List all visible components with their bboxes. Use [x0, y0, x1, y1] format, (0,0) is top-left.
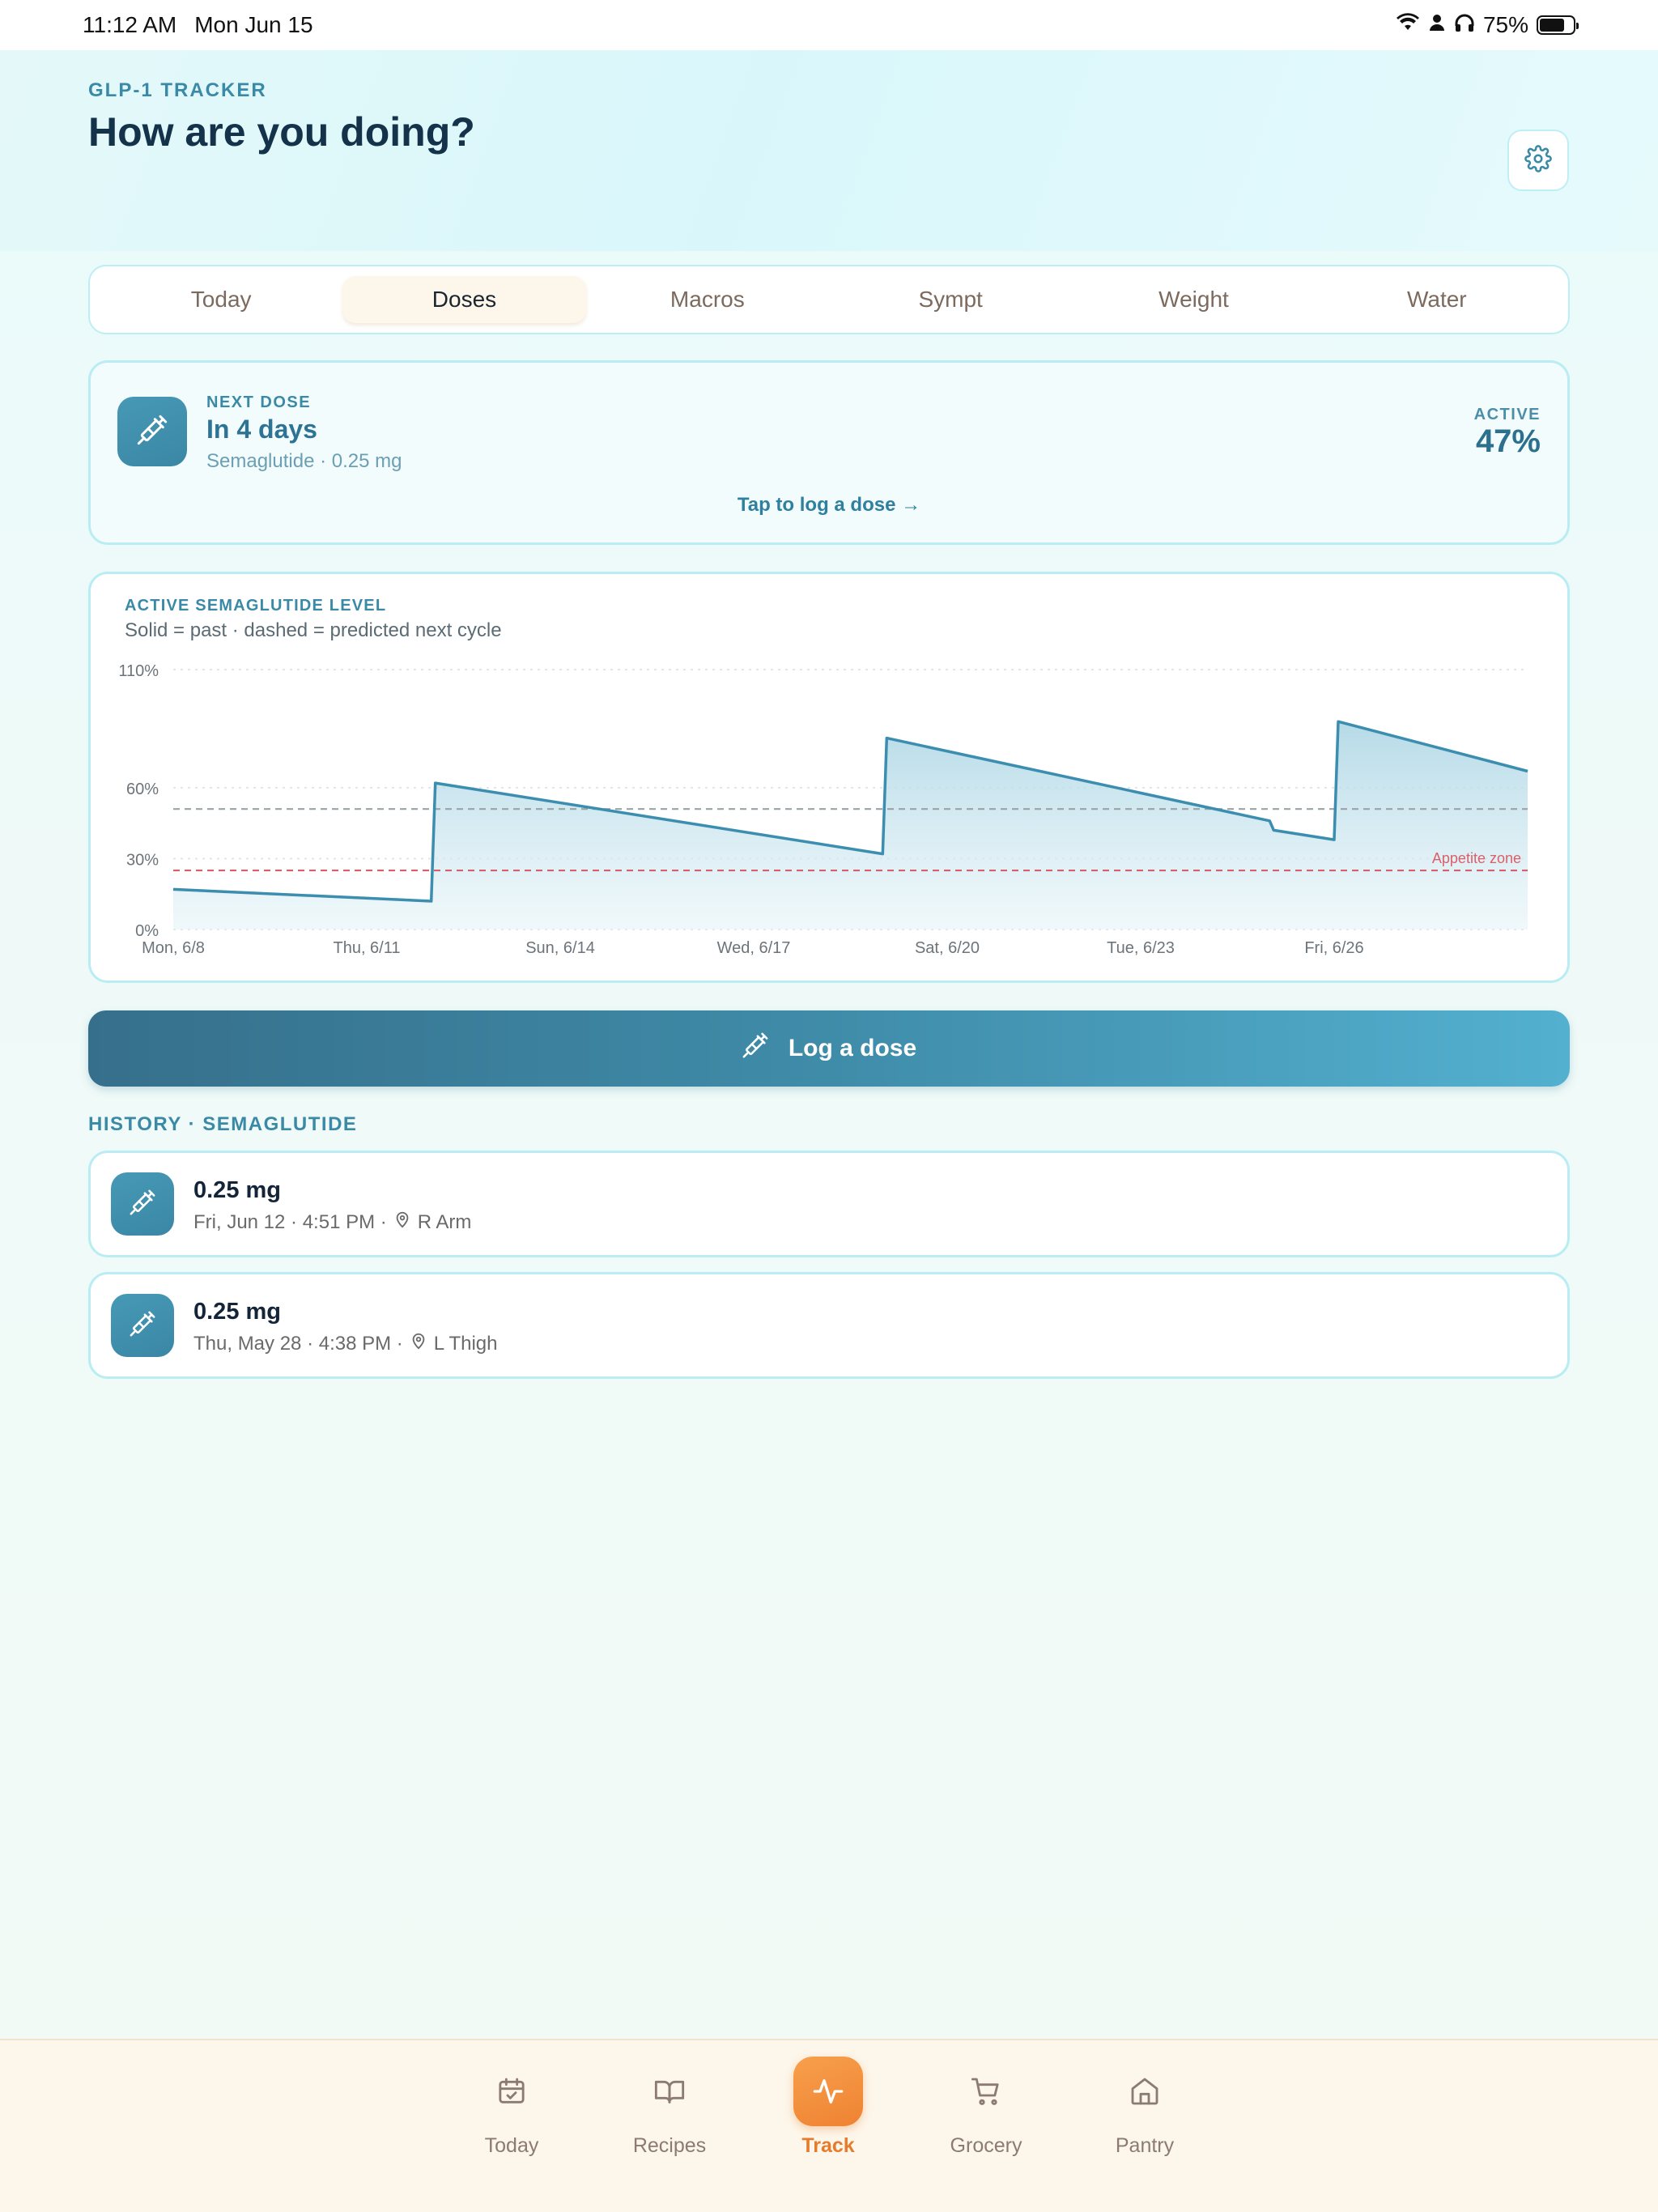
- history-when: Fri, Jun 12 · 4:51 PM ·: [193, 1210, 387, 1233]
- home-icon: [1110, 2057, 1180, 2126]
- nav-label: Pantry: [1115, 2134, 1175, 2157]
- history-when: Thu, May 28 · 4:38 PM ·: [193, 1332, 403, 1355]
- tab-water[interactable]: Water: [1316, 276, 1558, 323]
- battery-percent: 75%: [1482, 12, 1528, 37]
- history-item[interactable]: 0.25 mg Thu, May 28 · 4:38 PM · L Thigh: [88, 1272, 1570, 1379]
- syringe-icon: [136, 414, 168, 450]
- history-site: R Arm: [417, 1210, 472, 1233]
- nav-label: Today: [484, 2134, 539, 2157]
- history-site: L Thigh: [433, 1332, 498, 1355]
- status-time: 11:12 AM: [83, 12, 177, 37]
- semaglutide-level-chart-card: ACTIVE SEMAGLUTIDE LEVEL Solid = past · …: [88, 572, 1570, 983]
- y-tick-label: 30%: [126, 851, 159, 869]
- x-tick-label: Sun, 6/14: [525, 939, 595, 957]
- nav-grocery[interactable]: Grocery: [921, 2057, 1051, 2170]
- nav-label: Recipes: [632, 2134, 707, 2157]
- wifi-icon: [1396, 12, 1420, 38]
- y-tick-label: 60%: [126, 781, 159, 798]
- x-tick-label: Thu, 6/11: [333, 939, 400, 957]
- next-dose-card[interactable]: NEXT DOSE In 4 days Semaglutide · 0.25 m…: [88, 360, 1570, 545]
- status-date: Mon Jun 15: [194, 12, 313, 37]
- nav-label: Track: [801, 2134, 855, 2157]
- log-dose-label: Log a dose: [788, 1035, 917, 1061]
- settings-button[interactable]: [1507, 130, 1569, 191]
- x-tick-label: Mon, 6/8: [142, 939, 205, 957]
- tab-macros[interactable]: Macros: [586, 276, 829, 323]
- history-item-tile: [111, 1294, 174, 1357]
- y-tick-label: 0%: [135, 922, 159, 940]
- syringe-icon: [129, 1189, 156, 1220]
- headphones-icon: [1454, 12, 1475, 38]
- tab-sympt[interactable]: Sympt: [829, 276, 1072, 323]
- tab-doses[interactable]: Doses: [342, 276, 586, 323]
- syringe-icon: [742, 1032, 769, 1066]
- active-label: ACTIVE: [1473, 406, 1541, 423]
- nav-pantry[interactable]: Pantry: [1080, 2057, 1209, 2170]
- person-icon: [1428, 12, 1446, 38]
- syringe-icon: [129, 1310, 156, 1342]
- nav-recipes[interactable]: Recipes: [605, 2057, 734, 2170]
- gear-icon: [1524, 144, 1552, 177]
- level-chart: Appetite zone 0% 30% 60% 110% Mon, 6/8 Thu, …: [118, 662, 1528, 957]
- history-item-tile: [111, 1172, 174, 1236]
- reference-line-label: Appetite zone: [1432, 850, 1521, 866]
- next-dose-value: In 4 days: [206, 415, 317, 444]
- page-title: How are you doing?: [88, 109, 475, 155]
- history-item[interactable]: 0.25 mg Fri, Jun 12 · 4:51 PM · R Arm: [88, 1151, 1570, 1257]
- nav-track[interactable]: Track: [763, 2057, 893, 2170]
- x-tick-label: Wed, 6/17: [717, 939, 791, 957]
- activity-icon: [793, 2057, 863, 2126]
- battery-level: [1540, 19, 1564, 32]
- tab-today[interactable]: Today: [100, 276, 342, 323]
- nav-today[interactable]: Today: [447, 2057, 576, 2170]
- history-amount: 0.25 mg: [193, 1299, 281, 1325]
- cart-icon: [951, 2057, 1021, 2126]
- active-percent: 47%: [1475, 423, 1541, 459]
- log-dose-button[interactable]: Log a dose: [88, 1010, 1570, 1087]
- x-tick-label: Fri, 6/26: [1304, 939, 1363, 957]
- location-pin-icon: [410, 1331, 427, 1356]
- open-book-icon: [635, 2057, 704, 2126]
- status-bar: 11:12 AM Mon Jun 15 75%: [0, 0, 1658, 50]
- x-tick-label: Tue, 6/23: [1107, 939, 1175, 957]
- history-heading: HISTORY · SEMAGLUTIDE: [88, 1113, 358, 1135]
- calendar-check-icon: [477, 2057, 546, 2126]
- location-pin-icon: [393, 1210, 411, 1235]
- nav-label: Grocery: [950, 2134, 1022, 2157]
- app-eyebrow: GLP-1 TRACKER: [88, 79, 267, 101]
- y-tick-label: 110%: [118, 662, 159, 680]
- next-dose-label: NEXT DOSE: [206, 393, 312, 411]
- x-tick-label: Sat, 6/20: [915, 939, 980, 957]
- history-amount: 0.25 mg: [193, 1177, 281, 1203]
- tap-to-log-link[interactable]: Tap to log a dose →: [91, 494, 1567, 517]
- section-tabs: Today Doses Macros Sympt Weight Water: [88, 265, 1570, 334]
- next-dose-medication: Semaglutide · 0.25 mg: [206, 450, 402, 472]
- status-indicators: 75%: [1396, 12, 1579, 38]
- history-meta: Fri, Jun 12 · 4:51 PM · R Arm: [193, 1210, 471, 1235]
- tab-weight[interactable]: Weight: [1072, 276, 1315, 323]
- next-dose-tile: [117, 397, 187, 466]
- battery-icon: [1537, 15, 1579, 35]
- history-meta: Thu, May 28 · 4:38 PM · L Thigh: [193, 1331, 498, 1356]
